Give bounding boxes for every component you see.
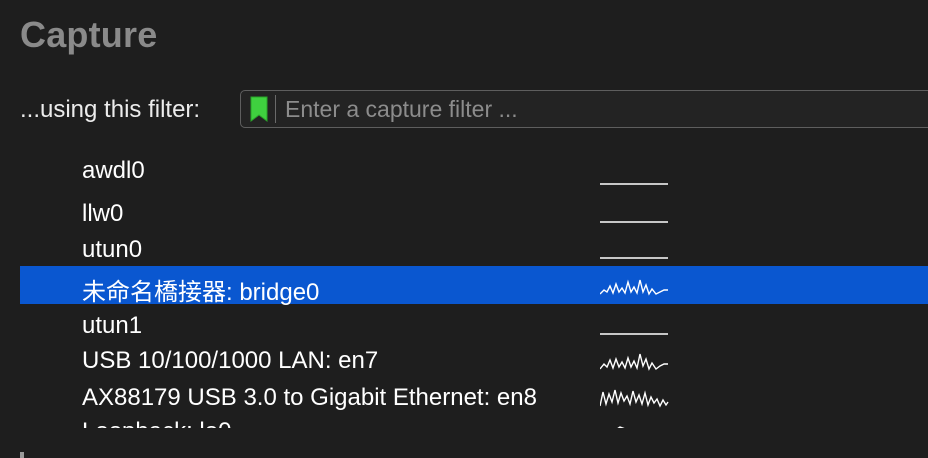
interface-name: awdl0 (82, 160, 145, 184)
interface-name: llw0 (82, 200, 124, 227)
interface-row-en8[interactable]: AX88179 USB 3.0 to Gigabit Ethernet: en8 (20, 378, 928, 416)
filter-label: ...using this filter: (20, 96, 201, 123)
sparkline-icon (600, 221, 668, 223)
interface-row-llw0[interactable]: llw0 (20, 194, 928, 232)
interface-name: utun1 (82, 312, 143, 339)
filter-separator (275, 95, 276, 123)
interface-name: USB 10/100/1000 LAN: en7 (82, 347, 379, 374)
interface-list[interactable]: awdl0 llw0 utun0 未命名橋接器: bridge0 utun1 U… (20, 160, 928, 428)
interface-row-utun0[interactable]: utun0 (20, 230, 928, 268)
sparkline-icon (617, 426, 625, 428)
sparkline-icon (600, 333, 668, 335)
interface-name: Loopback: lo0 (82, 418, 231, 428)
sparkline-icon (600, 279, 668, 296)
interface-name: 未命名橋接器: bridge0 (82, 279, 320, 306)
interface-row-utun1[interactable]: utun1 (20, 306, 928, 344)
capture-filter-row: ...using this filter: (20, 90, 928, 128)
sparkline-icon (600, 353, 668, 371)
interface-name: AX88179 USB 3.0 to Gigabit Ethernet: en8 (82, 384, 537, 411)
interface-row-lo0[interactable]: Loopback: lo0 (20, 412, 928, 428)
capture-filter-input[interactable] (285, 95, 925, 123)
green-bookmark-icon[interactable] (249, 96, 269, 123)
disclosure-marker (20, 452, 24, 458)
capture-filter-box[interactable] (240, 90, 928, 128)
interface-row-awdl0[interactable]: awdl0 (20, 160, 928, 195)
sparkline-icon (600, 257, 668, 259)
interface-row-bridge0[interactable]: 未命名橋接器: bridge0 (20, 266, 928, 306)
interface-name: utun0 (82, 236, 143, 263)
section-title: Capture (20, 14, 158, 55)
sparkline-icon (600, 389, 669, 408)
interface-row-en7[interactable]: USB 10/100/1000 LAN: en7 (20, 341, 928, 379)
sparkline-icon (600, 183, 668, 185)
